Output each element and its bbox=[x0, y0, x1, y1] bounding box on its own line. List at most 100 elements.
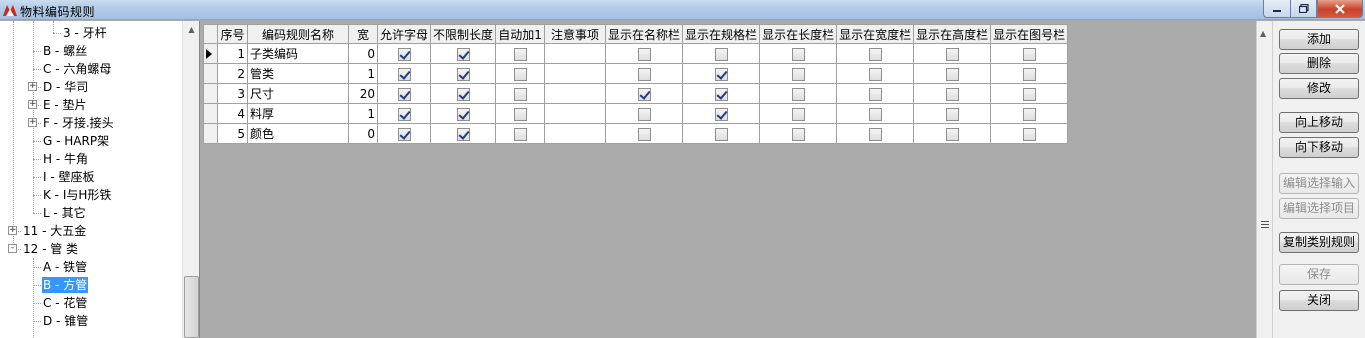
checkbox-cell[interactable] bbox=[836, 43, 915, 64]
checkbox-cell[interactable] bbox=[913, 123, 992, 144]
checkbox-cell[interactable] bbox=[759, 43, 838, 64]
checkbox-unchecked[interactable] bbox=[637, 67, 651, 81]
row-header[interactable] bbox=[203, 123, 218, 144]
checkbox-cell[interactable] bbox=[836, 63, 915, 84]
checkbox-cell[interactable] bbox=[430, 103, 497, 124]
checkbox-cell[interactable] bbox=[990, 83, 1069, 104]
checkbox-checked[interactable] bbox=[637, 87, 651, 101]
copy-category-rule-button[interactable]: 复制类别规则 bbox=[1279, 232, 1359, 253]
checkbox-checked[interactable] bbox=[397, 127, 411, 141]
row-name-cell[interactable]: 颜色 bbox=[247, 123, 349, 144]
tree-node[interactable]: B - 方管 bbox=[0, 276, 182, 294]
checkbox-cell[interactable] bbox=[990, 43, 1069, 64]
column-header[interactable]: 自动加1 bbox=[495, 24, 546, 44]
tree-node-label[interactable]: B - 螺丝 bbox=[42, 43, 88, 59]
row-width-cell[interactable]: 20 bbox=[348, 83, 378, 104]
checkbox-unchecked[interactable] bbox=[868, 87, 882, 101]
column-header[interactable]: 注意事项 bbox=[544, 24, 607, 44]
checkbox-cell[interactable] bbox=[913, 83, 992, 104]
edit-select-items-button[interactable]: 编辑选择项目 bbox=[1279, 198, 1359, 219]
column-header[interactable]: 显示在长度栏 bbox=[759, 24, 838, 44]
checkbox-checked[interactable] bbox=[456, 67, 470, 81]
checkbox-unchecked[interactable] bbox=[1022, 47, 1036, 61]
maximize-button[interactable] bbox=[1290, 0, 1317, 18]
notes-cell[interactable] bbox=[544, 103, 607, 124]
move-up-button[interactable]: 向上移动 bbox=[1279, 112, 1359, 133]
tree-node-label[interactable]: I - 壁座板 bbox=[42, 169, 96, 185]
row-seq-cell[interactable]: 2 bbox=[217, 63, 248, 84]
checkbox-cell[interactable] bbox=[913, 43, 992, 64]
checkbox-unchecked[interactable] bbox=[945, 67, 959, 81]
checkbox-cell[interactable] bbox=[605, 63, 684, 84]
tree-node[interactable]: K - I与H形铁 bbox=[0, 186, 182, 204]
tree-node[interactable]: C - 花管 bbox=[0, 294, 182, 312]
checkbox-unchecked[interactable] bbox=[1022, 67, 1036, 81]
tree-node-label[interactable]: 3 - 牙杆 bbox=[62, 25, 108, 41]
checkbox-cell[interactable] bbox=[913, 63, 992, 84]
row-header[interactable] bbox=[203, 63, 218, 84]
row-width-cell[interactable]: 0 bbox=[348, 123, 378, 144]
checkbox-cell[interactable] bbox=[430, 123, 497, 144]
checkbox-unchecked[interactable] bbox=[868, 127, 882, 141]
row-header[interactable] bbox=[203, 103, 218, 124]
tree-node[interactable]: B - 螺丝 bbox=[0, 42, 182, 60]
column-header[interactable]: 显示在图号栏 bbox=[990, 24, 1069, 44]
column-header[interactable]: 宽 bbox=[348, 24, 378, 44]
checkbox-checked[interactable] bbox=[397, 67, 411, 81]
checkbox-cell[interactable] bbox=[836, 83, 915, 104]
checkbox-cell[interactable] bbox=[682, 43, 761, 64]
checkbox-unchecked[interactable] bbox=[714, 47, 728, 61]
checkbox-checked[interactable] bbox=[397, 47, 411, 61]
row-width-cell[interactable]: 1 bbox=[348, 63, 378, 84]
tree-node[interactable]: + F - 牙接.接头 bbox=[0, 114, 182, 132]
checkbox-unchecked[interactable] bbox=[791, 47, 805, 61]
checkbox-cell[interactable] bbox=[913, 103, 992, 124]
table-row[interactable]: 2 管类 1 bbox=[203, 63, 1069, 84]
column-header[interactable]: 编码规则名称 bbox=[247, 24, 349, 44]
row-header[interactable] bbox=[203, 43, 218, 64]
tree-node-label[interactable]: K - I与H形铁 bbox=[42, 187, 112, 203]
tree-node[interactable]: +11 - 大五金 bbox=[0, 222, 182, 240]
column-header[interactable]: 序号 bbox=[217, 24, 248, 44]
checkbox-cell[interactable] bbox=[376, 123, 432, 144]
tree-node-label[interactable]: D - 锥管 bbox=[42, 313, 89, 329]
checkbox-unchecked[interactable] bbox=[1022, 127, 1036, 141]
checkbox-checked[interactable] bbox=[456, 107, 470, 121]
checkbox-cell[interactable] bbox=[376, 63, 432, 84]
checkbox-unchecked[interactable] bbox=[1022, 107, 1036, 121]
checkbox-checked[interactable] bbox=[456, 47, 470, 61]
table-row[interactable]: 5 颜色 0 bbox=[203, 123, 1069, 144]
column-header[interactable]: 不限制长度 bbox=[430, 24, 497, 44]
tree-node-label[interactable]: B - 方管 bbox=[42, 277, 89, 293]
row-seq-cell[interactable]: 1 bbox=[217, 43, 248, 64]
checkbox-cell[interactable] bbox=[759, 83, 838, 104]
notes-cell[interactable] bbox=[544, 43, 607, 64]
tree-scrollbar[interactable]: ▲ bbox=[182, 21, 199, 338]
checkbox-unchecked[interactable] bbox=[1022, 87, 1036, 101]
tree-node[interactable]: + E - 垫片 bbox=[0, 96, 182, 114]
checkbox-cell[interactable] bbox=[430, 43, 497, 64]
tree-node[interactable]: I - 壁座板 bbox=[0, 168, 182, 186]
checkbox-cell[interactable] bbox=[759, 123, 838, 144]
checkbox-cell[interactable] bbox=[759, 103, 838, 124]
row-seq-cell[interactable]: 3 bbox=[217, 83, 248, 104]
checkbox-unchecked[interactable] bbox=[513, 47, 527, 61]
checkbox-unchecked[interactable] bbox=[714, 127, 728, 141]
table-row[interactable]: 3 尺寸 20 bbox=[203, 83, 1069, 104]
notes-cell[interactable] bbox=[544, 63, 607, 84]
checkbox-cell[interactable] bbox=[682, 63, 761, 84]
tree-node-label[interactable]: C - 花管 bbox=[42, 295, 88, 311]
tree-node[interactable]: + D - 华司 bbox=[0, 78, 182, 96]
row-width-cell[interactable]: 1 bbox=[348, 103, 378, 124]
tree-node[interactable]: G - HARP架 bbox=[0, 132, 182, 150]
tree-node[interactable]: L - 其它 bbox=[0, 204, 182, 222]
checkbox-unchecked[interactable] bbox=[637, 127, 651, 141]
checkbox-cell[interactable] bbox=[495, 43, 546, 64]
tree-node-label[interactable]: E - 垫片 bbox=[42, 97, 88, 113]
checkbox-cell[interactable] bbox=[759, 63, 838, 84]
checkbox-checked[interactable] bbox=[397, 87, 411, 101]
checkbox-cell[interactable] bbox=[495, 63, 546, 84]
column-header[interactable]: 显示在宽度栏 bbox=[836, 24, 915, 44]
column-header[interactable]: 允许字母 bbox=[376, 24, 432, 44]
checkbox-cell[interactable] bbox=[990, 123, 1069, 144]
